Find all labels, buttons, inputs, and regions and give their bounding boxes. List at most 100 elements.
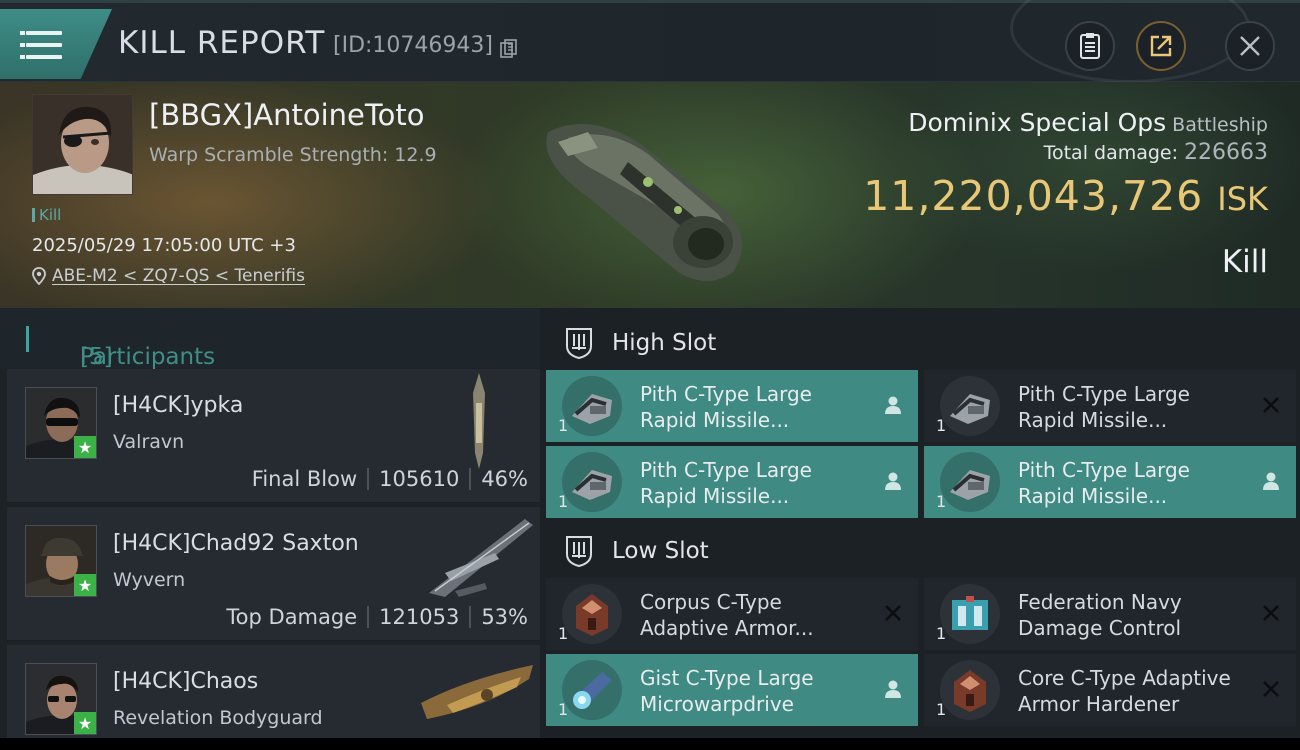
total-damage-value: 226663	[1184, 140, 1268, 165]
fitting-panel: High Slot 1 Pith C-Type Large Rapid Missi…	[540, 308, 1300, 738]
module-name: Federation Navy Damage Control	[1018, 589, 1258, 641]
close-icon	[1240, 36, 1260, 56]
missile-launcher-icon	[562, 452, 622, 512]
participant-ship: Valravn	[113, 431, 185, 453]
module-name-line1: Federation Navy	[1018, 590, 1182, 614]
share-button[interactable]	[1136, 21, 1186, 71]
module-qty: 1	[558, 624, 569, 643]
module-name-line1: Pith C-Type Large	[1018, 458, 1190, 482]
module-name: Pith C-Type Large Rapid Missile...	[640, 457, 880, 509]
missile-launcher-icon	[562, 376, 622, 436]
participant-stats: Top Damage 121053 53%	[226, 605, 528, 629]
participant-avatar: ★	[25, 525, 97, 597]
module-name: Pith C-Type Large Rapid Missile...	[1018, 381, 1258, 433]
ship-render	[546, 124, 742, 281]
participant-name: [H4CK]ypka	[113, 393, 244, 418]
participant-avatar: ★	[25, 387, 97, 459]
module-item[interactable]: 1 Core C-Type Adaptive Armor Hardener	[924, 654, 1296, 726]
victim-banner: [BBGX]AntoineToto Warp Scramble Strength…	[0, 82, 1300, 308]
module-qty: 1	[558, 700, 569, 719]
header-bar: KILL REPORT [ID:10746943]	[0, 0, 1300, 83]
participant-percent: 53%	[481, 605, 528, 629]
ship-name-row: Dominix Special Ops Battleship	[908, 108, 1268, 137]
participant-ship-icon	[421, 665, 533, 719]
kill-result-label: Kill	[1221, 244, 1268, 280]
module-name-line1: Corpus C-Type	[640, 590, 782, 614]
isk-unit: ISK	[1217, 180, 1268, 218]
participant-ship-icon	[473, 373, 485, 469]
low-slot-header: Low Slot	[540, 520, 1300, 582]
kill-report-screen: KILL REPORT [ID:10746943] [BBGX]AntoineT…	[0, 0, 1300, 738]
module-item[interactable]: 1 Pith C-Type Large Rapid Missile...	[546, 446, 918, 518]
star-icon: ★	[74, 574, 96, 596]
victim-name: [BBGX]AntoineToto	[149, 98, 425, 132]
module-qty: 1	[936, 492, 947, 511]
participant-damage: 105610	[379, 467, 460, 491]
location-row[interactable]: ABE-M2 < ZQ7-QS < Tenerifis	[32, 266, 305, 286]
page-title: KILL REPORT	[118, 25, 326, 61]
ship-name: Dominix Special Ops	[908, 108, 1167, 137]
module-name-line2: Rapid Missile...	[1018, 408, 1168, 432]
participant-name: [H4CK]Chad92 Saxton	[113, 531, 359, 556]
module-item[interactable]: 1 Corpus C-Type Adaptive Armor...	[546, 578, 918, 650]
microwarpdrive-icon	[562, 660, 622, 720]
module-item[interactable]: 1 Federation Navy Damage Control	[924, 578, 1296, 650]
low-slot-icon	[566, 536, 592, 568]
isk-value-row: 11,220,043,726 ISK	[863, 172, 1268, 220]
armor-hardener-icon	[562, 584, 622, 644]
module-name: Pith C-Type Large Rapid Missile...	[640, 381, 880, 433]
kill-datetime: 2025/05/29 17:05:00 UTC +3	[32, 235, 296, 256]
warp-scramble-strength: Warp Scramble Strength: 12.9	[149, 144, 437, 166]
participants-header: Participants [5]	[0, 308, 540, 370]
kill-tag-label: Kill	[39, 206, 62, 224]
module-item[interactable]: 1 Gist C-Type Large Microwarpdrive	[546, 654, 918, 726]
dropped-person-icon	[885, 396, 901, 414]
armor-hardener-icon	[940, 660, 1000, 720]
participant-row[interactable]: ★ [H4CK]Chaos Revelation Bodyguard	[7, 645, 540, 738]
total-damage-label: Total damage:	[1043, 142, 1179, 164]
module-name: Corpus C-Type Adaptive Armor...	[640, 589, 880, 641]
participant-percent: 46%	[481, 467, 528, 491]
module-item[interactable]: 1 Pith C-Type Large Rapid Missile...	[924, 446, 1296, 518]
module-item[interactable]: 1 Pith C-Type Large Rapid Missile...	[924, 370, 1296, 442]
menu-icon	[20, 31, 62, 59]
close-button[interactable]	[1225, 21, 1275, 71]
module-name-line1: Pith C-Type Large	[640, 382, 812, 406]
menu-button[interactable]	[0, 9, 112, 79]
location-link[interactable]: ABE-M2 < ZQ7-QS < Tenerifis	[52, 266, 305, 286]
participant-damage: 121053	[379, 605, 460, 629]
module-name: Core C-Type Adaptive Armor Hardener	[1018, 665, 1258, 717]
participant-row[interactable]: ★ [H4CK]Chad92 Saxton Wyvern Top Damage 1…	[7, 507, 540, 641]
total-damage-row: Total damage: 226663	[1044, 140, 1268, 165]
participants-count: [5]	[80, 344, 113, 370]
star-icon: ★	[74, 712, 96, 734]
module-name-line2: Rapid Missile...	[640, 484, 790, 508]
clipboard-button[interactable]	[1065, 21, 1115, 71]
destroyed-x-icon	[1263, 605, 1279, 621]
module-qty: 1	[936, 700, 947, 719]
clipboard-icon	[1080, 33, 1100, 59]
module-name-line2: Rapid Missile...	[1018, 484, 1168, 508]
participant-stats: Final Blow 105610 46%	[252, 467, 528, 491]
victim-portrait[interactable]	[32, 94, 133, 195]
module-qty: 1	[558, 492, 569, 511]
participant-row[interactable]: ★ [H4CK]ypka Valravn Final Blow 105610 46%	[7, 369, 540, 503]
participant-role: Final Blow	[251, 467, 358, 491]
module-name-line1: Gist C-Type Large	[640, 666, 814, 690]
module-qty: 1	[936, 624, 947, 643]
isk-value: 11,220,043,726	[863, 172, 1204, 220]
dropped-person-icon	[1263, 472, 1279, 490]
module-name-line1: Pith C-Type Large	[640, 458, 812, 482]
kill-tag: Kill	[32, 206, 61, 224]
module-item[interactable]: 1 Pith C-Type Large Rapid Missile...	[546, 370, 918, 442]
low-slot-label: Low Slot	[612, 538, 709, 564]
station-decor	[1010, 0, 1250, 83]
copy-icon[interactable]	[500, 39, 518, 59]
module-name-line2: Microwarpdrive	[640, 692, 794, 716]
module-name-line2: Rapid Missile...	[640, 408, 790, 432]
participant-ship: Wyvern	[113, 569, 186, 591]
high-slot-label: High Slot	[612, 330, 717, 356]
bottom-edge	[0, 738, 1300, 750]
participants-panel: Participants [5] ★ [H4CK]ypka Valravn Fi…	[0, 308, 540, 738]
star-icon: ★	[74, 436, 96, 458]
